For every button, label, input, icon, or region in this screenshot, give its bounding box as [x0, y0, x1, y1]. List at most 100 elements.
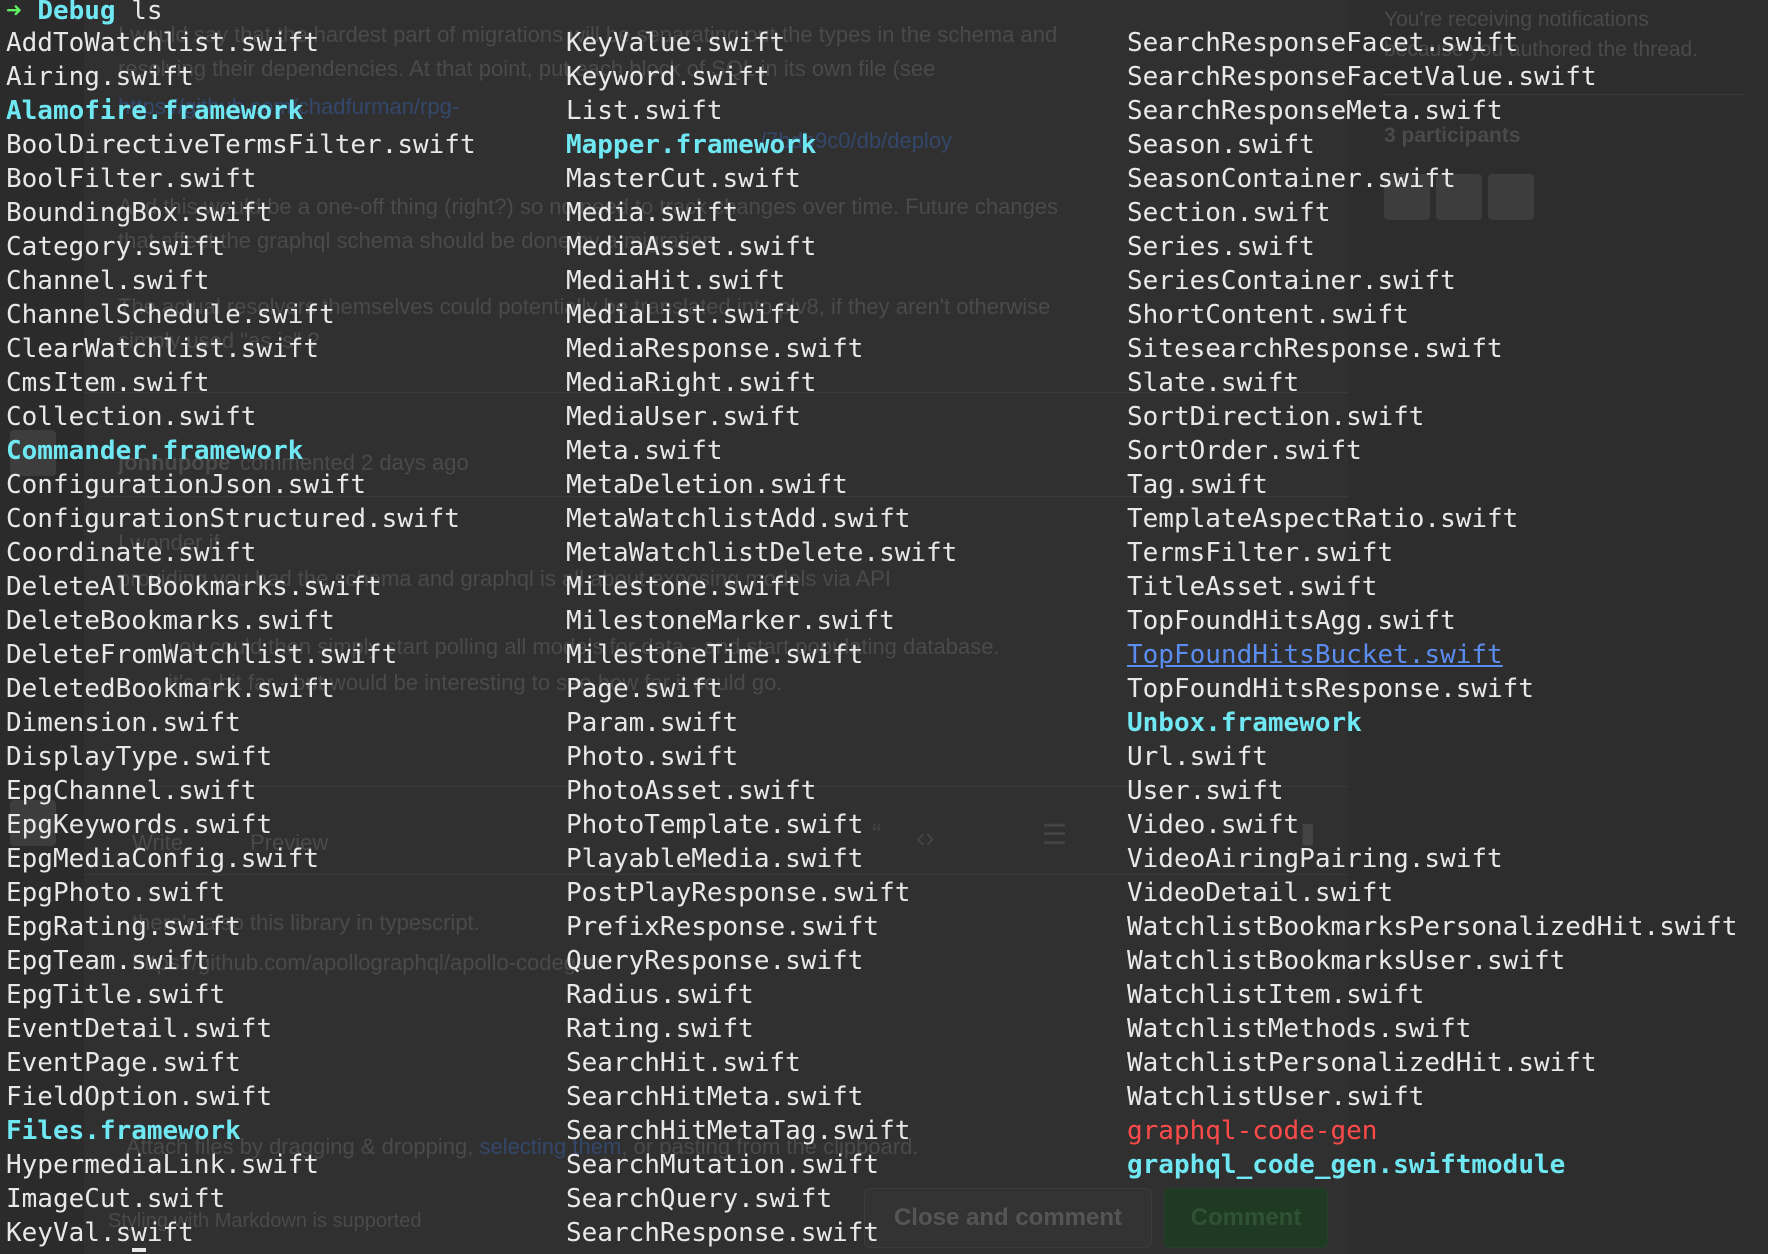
file-entry: DisplayType.swift: [6, 742, 273, 772]
file-entry: MediaUser.swift: [566, 402, 801, 432]
file-entry: Page.swift: [566, 674, 723, 704]
shell-prompt: ➜ Debug ls: [6, 0, 163, 28]
directory-entry: Commander.framework: [6, 436, 304, 466]
file-entry: TopFoundHitsResponse.swift: [1127, 674, 1534, 704]
file-entry: Coordinate.swift: [6, 538, 257, 568]
file-entry: WatchlistUser.swift: [1127, 1082, 1425, 1112]
file-entry: SearchHit.swift: [566, 1048, 801, 1078]
directory-entry: Unbox.framework: [1127, 708, 1362, 738]
file-entry: EventPage.swift: [6, 1048, 241, 1078]
executable-entry: graphql-code-gen: [1127, 1116, 1378, 1146]
terminal-cursor: [132, 1248, 146, 1252]
file-entry: SearchResponseMeta.swift: [1127, 96, 1503, 126]
file-entry: ChannelSchedule.swift: [6, 300, 335, 330]
file-entry: Airing.swift: [6, 62, 194, 92]
file-entry: MediaList.swift: [566, 300, 801, 330]
file-entry: ClearWatchlist.swift: [6, 334, 320, 364]
file-entry: TermsFilter.swift: [1127, 538, 1394, 568]
ls-output-column-1: AddToWatchlist.swift Airing.swift Alamofir…: [6, 26, 476, 1250]
file-entry: Photo.swift: [566, 742, 739, 772]
prompt-directory: Debug: [37, 0, 116, 26]
file-entry: WatchlistMethods.swift: [1127, 1014, 1472, 1044]
file-entry: MasterCut.swift: [566, 164, 801, 194]
file-entry: Rating.swift: [566, 1014, 754, 1044]
file-entry: Season.swift: [1127, 130, 1315, 160]
file-entry: SeasonContainer.swift: [1127, 164, 1456, 194]
file-entry: EpgKeywords.swift: [6, 810, 273, 840]
file-entry: MilestoneMarker.swift: [566, 606, 895, 636]
file-entry: PrefixResponse.swift: [566, 912, 880, 942]
file-entry: CmsItem.swift: [6, 368, 210, 398]
file-entry: EpgMediaConfig.swift: [6, 844, 320, 874]
file-entry: SeriesContainer.swift: [1127, 266, 1456, 296]
file-entry: BoundingBox.swift: [6, 198, 273, 228]
file-entry: VideoDetail.swift: [1127, 878, 1394, 908]
file-entry: SearchResponseFacet.swift: [1127, 28, 1519, 58]
file-entry: MediaRight.swift: [566, 368, 817, 398]
file-entry: Param.swift: [566, 708, 739, 738]
file-entry: BoolFilter.swift: [6, 164, 257, 194]
directory-entry: Files.framework: [6, 1116, 241, 1146]
directory-entry: Mapper.framework: [566, 130, 817, 160]
symlink-entry: TopFoundHitsBucket.swift: [1127, 640, 1503, 670]
file-entry: Slate.swift: [1127, 368, 1300, 398]
file-entry: WatchlistPersonalizedHit.swift: [1127, 1048, 1597, 1078]
file-entry: EpgChannel.swift: [6, 776, 257, 806]
directory-entry: Alamofire.framework: [6, 96, 304, 126]
file-entry: ShortContent.swift: [1127, 300, 1409, 330]
file-entry: PhotoTemplate.swift: [566, 810, 864, 840]
file-entry: MetaWatchlistAdd.swift: [566, 504, 911, 534]
file-entry: KeyVal.swift: [6, 1218, 194, 1248]
file-entry: Meta.swift: [566, 436, 723, 466]
file-entry: EventDetail.swift: [6, 1014, 273, 1044]
file-entry: MilestoneTime.swift: [566, 640, 864, 670]
file-entry: Section.swift: [1127, 198, 1331, 228]
file-entry: SearchResponseFacetValue.swift: [1127, 62, 1597, 92]
file-entry: SearchResponse.swift: [566, 1218, 880, 1248]
file-entry: PlayableMedia.swift: [566, 844, 864, 874]
terminal-window[interactable]: ➜ Debug ls AddToWatchlist.swift Airing.sw…: [0, 0, 1768, 1254]
file-entry: DeleteFromWatchlist.swift: [6, 640, 398, 670]
file-entry: KeyValue.swift: [566, 28, 786, 58]
file-entry: Video.swift: [1127, 810, 1300, 840]
directory-entry: graphql_code_gen.swiftmodule: [1127, 1150, 1566, 1180]
file-entry: SearchQuery.swift: [566, 1184, 833, 1214]
ls-output-column-2: KeyValue.swift Keyword.swift List.swift Map…: [566, 26, 957, 1250]
file-entry: User.swift: [1127, 776, 1284, 806]
file-entry: FieldOption.swift: [6, 1082, 273, 1112]
file-entry: Collection.swift: [6, 402, 257, 432]
file-entry: DeletedBookmark.swift: [6, 674, 335, 704]
file-entry: Keyword.swift: [566, 62, 770, 92]
file-entry: MediaResponse.swift: [566, 334, 864, 364]
file-entry: EpgTitle.swift: [6, 980, 226, 1010]
file-entry: VideoAiringPairing.swift: [1127, 844, 1503, 874]
file-entry: DeleteAllBookmarks.swift: [6, 572, 382, 602]
file-entry: ImageCut.swift: [6, 1184, 226, 1214]
file-entry: Channel.swift: [6, 266, 210, 296]
file-entry: AddToWatchlist.swift: [6, 28, 320, 58]
file-entry: Milestone.swift: [566, 572, 801, 602]
prompt-command: ls: [131, 0, 163, 26]
file-entry: Dimension.swift: [6, 708, 241, 738]
file-entry: SortOrder.swift: [1127, 436, 1362, 466]
file-entry: List.swift: [566, 96, 723, 126]
file-entry: SortDirection.swift: [1127, 402, 1425, 432]
file-entry: TemplateAspectRatio.swift: [1127, 504, 1519, 534]
file-entry: HypermediaLink.swift: [6, 1150, 320, 1180]
file-entry: Radius.swift: [566, 980, 754, 1010]
file-entry: BoolDirectiveTermsFilter.swift: [6, 130, 476, 160]
file-entry: Category.swift: [6, 232, 226, 262]
file-entry: Url.swift: [1127, 742, 1268, 772]
file-entry: EpgPhoto.swift: [6, 878, 226, 908]
file-entry: EpgRating.swift: [6, 912, 241, 942]
file-entry: MetaDeletion.swift: [566, 470, 848, 500]
file-entry: MediaHit.swift: [566, 266, 786, 296]
file-entry: EpgTeam.swift: [6, 946, 210, 976]
file-entry: ConfigurationJson.swift: [6, 470, 367, 500]
file-entry: SearchHitMeta.swift: [566, 1082, 864, 1112]
file-entry: Media.swift: [566, 198, 739, 228]
file-entry: PhotoAsset.swift: [566, 776, 817, 806]
file-entry: WatchlistItem.swift: [1127, 980, 1425, 1010]
file-entry: ConfigurationStructured.swift: [6, 504, 460, 534]
file-entry: QueryResponse.swift: [566, 946, 864, 976]
